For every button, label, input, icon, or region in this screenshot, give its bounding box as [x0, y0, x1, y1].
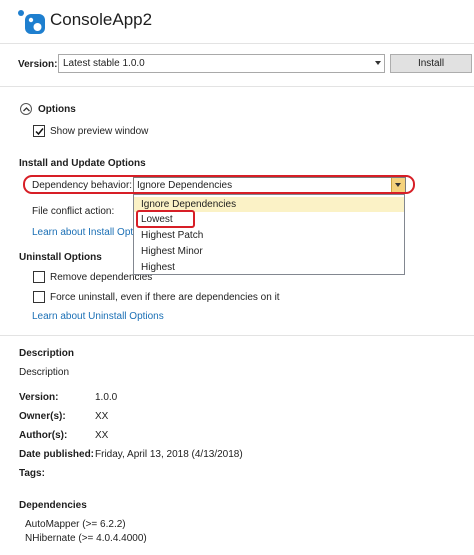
learn-uninstall-options-link[interactable]: Learn about Uninstall Options	[32, 311, 164, 322]
dependency-item: AutoMapper (>= 6.2.2)	[25, 519, 126, 530]
force-uninstall-label: Force uninstall, even if there are depen…	[50, 292, 280, 303]
chevron-down-icon	[395, 183, 401, 187]
options-heading: Options	[38, 104, 76, 115]
install-button[interactable]: Install	[390, 54, 472, 73]
option-highest[interactable]: Highest	[134, 260, 404, 275]
remove-dependencies-checkbox[interactable]	[33, 271, 45, 283]
version-dropdown[interactable]: Latest stable 1.0.0	[58, 54, 385, 73]
chevron-down-icon	[375, 61, 381, 65]
option-lowest[interactable]: Lowest	[134, 212, 404, 227]
dependency-behavior-label: Dependency behavior:	[32, 180, 133, 191]
version-info-label: Version:	[19, 392, 59, 403]
show-preview-checkbox[interactable]	[33, 125, 45, 137]
version-info-value: 1.0.0	[95, 392, 118, 403]
install-update-heading: Install and Update Options	[19, 158, 146, 169]
uninstall-heading: Uninstall Options	[19, 252, 102, 263]
page-title: ConsoleApp2	[50, 10, 153, 29]
dependencies-heading: Dependencies	[19, 500, 87, 511]
tags-label: Tags:	[19, 468, 45, 479]
owners-value: XX	[95, 411, 109, 422]
owners-label: Owner(s):	[19, 411, 66, 422]
description-text: Description	[19, 367, 70, 378]
force-uninstall-checkbox[interactable]	[33, 291, 45, 303]
dependency-options-list: Ignore Dependencies Lowest Highest Patch…	[133, 194, 405, 275]
version-label: Version:	[18, 59, 58, 70]
option-highest-patch[interactable]: Highest Patch	[134, 228, 404, 243]
option-highest-minor[interactable]: Highest Minor	[134, 244, 404, 259]
dependency-item: NHibernate (>= 4.0.4.4000)	[25, 533, 147, 544]
description-heading: Description	[19, 348, 75, 359]
authors-label: Author(s):	[19, 430, 68, 441]
nuget-logo-icon	[18, 10, 45, 34]
version-selected: Latest stable 1.0.0	[63, 58, 145, 69]
collapse-options-icon[interactable]	[20, 103, 32, 115]
dependency-selected: Ignore Dependencies	[137, 180, 233, 191]
show-preview-label: Show preview window	[50, 126, 149, 137]
file-conflict-label: File conflict action:	[32, 206, 115, 217]
authors-value: XX	[95, 430, 109, 441]
dropdown-button[interactable]	[391, 178, 405, 192]
dependency-behavior-dropdown[interactable]: Ignore Dependencies	[133, 177, 406, 193]
date-published-label: Date published:	[19, 449, 95, 460]
option-ignore-dependencies[interactable]: Ignore Dependencies	[134, 197, 404, 212]
learn-install-options-link[interactable]: Learn about Install Optio	[32, 227, 141, 238]
date-published-value: Friday, April 13, 2018 (4/13/2018)	[95, 449, 243, 460]
